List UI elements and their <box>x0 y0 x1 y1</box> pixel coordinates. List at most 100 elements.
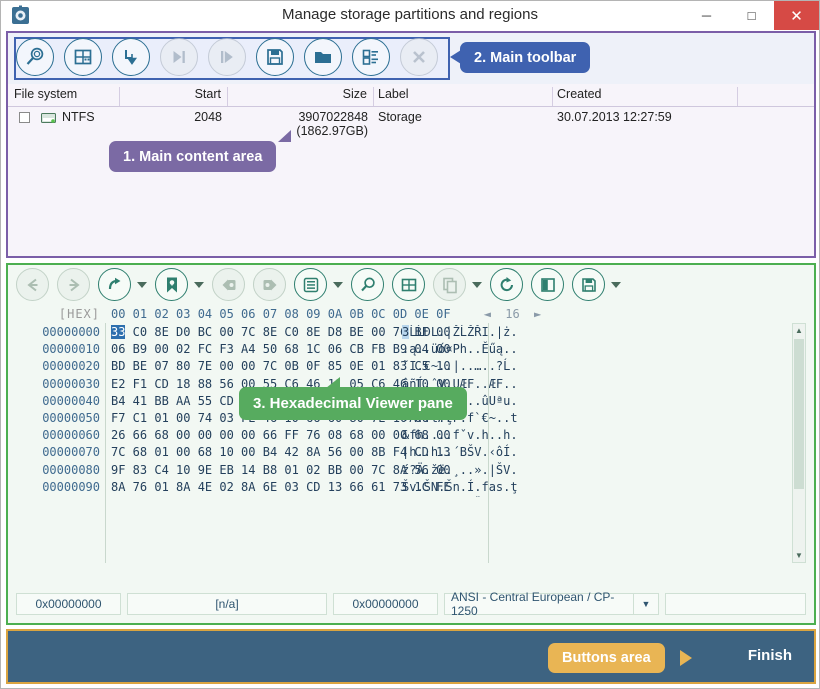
goto-arrow-icon[interactable] <box>98 268 131 301</box>
hex-line[interactable]: 00000020 BD BE 07 80 7E 00 00 7C 0B 0F 85… <box>16 359 794 376</box>
grid-icon[interactable] <box>392 268 425 301</box>
callout-buttons-area-label: Buttons area <box>562 650 651 666</box>
hex-line-bytes[interactable]: 26 66 68 00 00 00 00 66 FF 76 08 68 00 0… <box>111 428 391 442</box>
hex-line-ascii[interactable]: &fh....fˇv.h..h. <box>402 428 518 442</box>
hexadecimal-viewer-pane: [HEX]00 01 02 03 04 05 06 07 08 09 0A 0B… <box>6 263 816 625</box>
refresh-icon[interactable] <box>490 268 523 301</box>
finish-button[interactable]: Finish <box>748 647 792 664</box>
hex-line[interactable]: 00000090 8A 76 01 8A 4E 02 8A 6E 03 CD 13… <box>16 480 794 497</box>
selected-byte[interactable]: 33 <box>111 325 125 339</box>
column-header-size[interactable]: Size <box>228 87 374 106</box>
goto-chevron-down-icon[interactable] <box>137 282 147 288</box>
import-arrow-icon[interactable] <box>112 38 150 76</box>
hex-line[interactable]: 00000010 06 B9 00 02 FC F3 A4 50 68 1C 06… <box>16 342 794 359</box>
callout-main-content: 1. Main content area <box>109 141 276 172</box>
status-selection-field[interactable]: 0x00000000 <box>333 593 438 615</box>
main-toolbar-buttons <box>16 38 438 76</box>
hex-line-offset: 00000090 <box>16 480 100 494</box>
status-extra-field[interactable] <box>665 593 806 615</box>
structure-chevron-down-icon[interactable] <box>333 282 343 288</box>
hex-line-bytes[interactable]: BD BE 07 80 7E 00 00 7C 0B 0F 85 0E 01 8… <box>111 359 391 373</box>
close-x-icon <box>400 38 438 76</box>
cell-created: 30.07.2013 12:27:59 <box>557 110 672 124</box>
next-bookmark-icon <box>253 268 286 301</box>
hex-column-headers: [HEX]00 01 02 03 04 05 06 07 08 09 0A 0B… <box>16 307 806 325</box>
hex-line-offset: 00000020 <box>16 359 100 373</box>
hex-line-ascii[interactable]: ˜I.€~..|..…..?Ĺ. <box>402 359 518 373</box>
status-value-field[interactable]: [n/a] <box>127 593 327 615</box>
column-header-extra[interactable] <box>738 87 814 106</box>
hex-line-offset: 00000050 <box>16 411 100 425</box>
hex-toolbar-buttons <box>16 268 629 301</box>
copy-icon <box>433 268 466 301</box>
hex-status-bar: 0x00000000 [n/a] 0x00000000 ANSI - Centr… <box>16 593 806 615</box>
copy-chevron-down-icon[interactable] <box>472 282 482 288</box>
hex-line-ascii[interactable]: |h..h..´BŠV.‹ôÍ. <box>402 445 518 459</box>
encoding-select-value: ANSI - Central European / CP-1250 <box>445 590 633 618</box>
cell-label: Storage <box>378 110 422 124</box>
open-folder-icon[interactable] <box>304 38 342 76</box>
status-offset-field[interactable]: 0x00000000 <box>16 593 121 615</box>
callout-main-content-label: 1. Main content area <box>123 149 262 165</box>
title-bar: Manage storage partitions and regions ─ … <box>1 1 819 30</box>
hex-line-bytes[interactable]: 33 C0 8E D0 BC 00 7C 8E C0 8E D8 BE 00 7… <box>111 325 391 339</box>
callout-buttons-area-tail <box>680 650 692 666</box>
forward-arrow-icon <box>57 268 90 301</box>
callout-main-toolbar-tail <box>450 50 461 64</box>
hex-line-bytes[interactable]: 9F 83 C4 10 9E EB 14 B8 01 02 BB 00 7C 8… <box>111 463 391 477</box>
play-forward-icon <box>208 38 246 76</box>
scrollbar-thumb[interactable] <box>794 339 804 489</box>
encoding-select[interactable]: ANSI - Central European / CP-1250 ▼ <box>444 593 659 615</box>
bytes-per-row-right-arrow[interactable]: ► <box>534 307 541 321</box>
hex-line-offset: 00000010 <box>16 342 100 356</box>
maximize-button[interactable]: □ <box>729 1 774 30</box>
split-view-icon[interactable] <box>531 268 564 301</box>
hex-line-ascii[interactable]: .ą..üó¤Ph..Ěűą.. <box>402 342 518 356</box>
offset-divider <box>105 323 106 563</box>
hex-line-ascii[interactable]: ź?Ä.žë.¸..».|ŠV. <box>402 463 518 477</box>
structure-list-icon[interactable] <box>294 268 327 301</box>
column-header-file-system[interactable]: File system <box>14 87 120 106</box>
find-icon[interactable] <box>351 268 384 301</box>
hex-line[interactable]: 0000000033 C0 8E D0 BC 00 7C 8E C0 8E D8… <box>16 325 794 342</box>
minimize-button[interactable]: ─ <box>684 1 729 30</box>
hex-line-bytes[interactable]: 7C 68 01 00 68 10 00 B4 42 8A 56 00 8B F… <box>111 445 391 459</box>
app-window: Manage storage partitions and regions ─ … <box>0 0 820 689</box>
partition-table-header: File system Start Size Label Created <box>8 84 814 107</box>
partition-table-icon[interactable] <box>64 38 102 76</box>
row-checkbox[interactable] <box>19 112 30 123</box>
hex-line[interactable]: 0000006026 66 68 00 00 00 00 66 FF 76 08… <box>16 428 794 445</box>
hex-line-bytes[interactable]: 06 B9 00 02 FC F3 A4 50 68 1C 06 CB FB B… <box>111 342 391 356</box>
column-header-start[interactable]: Start <box>120 87 228 106</box>
bookmark-icon[interactable] <box>155 268 188 301</box>
chevron-down-icon[interactable]: ▼ <box>633 594 658 614</box>
bytes-per-row-value: 16 <box>505 307 519 321</box>
back-arrow-icon <box>16 268 49 301</box>
save-icon[interactable] <box>256 38 294 76</box>
save-hex-chevron-down-icon[interactable] <box>611 282 621 288</box>
column-header-label[interactable]: Label <box>374 87 553 106</box>
scroll-down-arrow-icon[interactable]: ▼ <box>793 549 805 562</box>
hex-line-ascii[interactable]: 3ĹĹĐL.|ŽĹŽŘI.|ż. <box>402 325 518 339</box>
hex-line-bytes[interactable]: 8A 76 01 8A 4E 02 8A 6E 03 CD 13 66 61 7… <box>111 480 391 494</box>
hex-toolbar <box>8 265 814 305</box>
properties-list-icon[interactable] <box>352 38 390 76</box>
scroll-up-arrow-icon[interactable]: ▲ <box>793 324 805 337</box>
cell-file-system: NTFS <box>62 110 95 124</box>
hex-line[interactable]: 000000707C 68 01 00 68 10 00 B4 42 8A 56… <box>16 445 794 462</box>
hex-scrollbar[interactable]: ▲ ▼ <box>792 323 806 563</box>
hex-mode-label: [HEX] <box>16 307 100 321</box>
callout-hex-viewer-tail <box>326 377 340 388</box>
search-disk-icon[interactable] <box>16 38 54 76</box>
table-row[interactable]: NTFS 2048 3907022848 (1862.97GB) Storage… <box>8 107 814 129</box>
column-header-created[interactable]: Created <box>553 87 738 106</box>
bytes-per-row-left-arrow[interactable]: ◄ <box>484 307 491 321</box>
callout-hex-viewer-label: 3. Hexadecimal Viewer pane <box>253 395 453 412</box>
close-button[interactable]: ✕ <box>774 1 819 30</box>
hex-line-ascii[interactable]: Šv.ŠN.Šn.Í.fas.ţ <box>402 480 518 494</box>
save-hex-icon[interactable] <box>572 268 605 301</box>
selected-ascii-char[interactable]: 3 <box>402 325 409 339</box>
hex-line[interactable]: 000000809F 83 C4 10 9E EB 14 B8 01 02 BB… <box>16 463 794 480</box>
step-forward-icon <box>160 38 198 76</box>
bookmark-chevron-down-icon[interactable] <box>194 282 204 288</box>
